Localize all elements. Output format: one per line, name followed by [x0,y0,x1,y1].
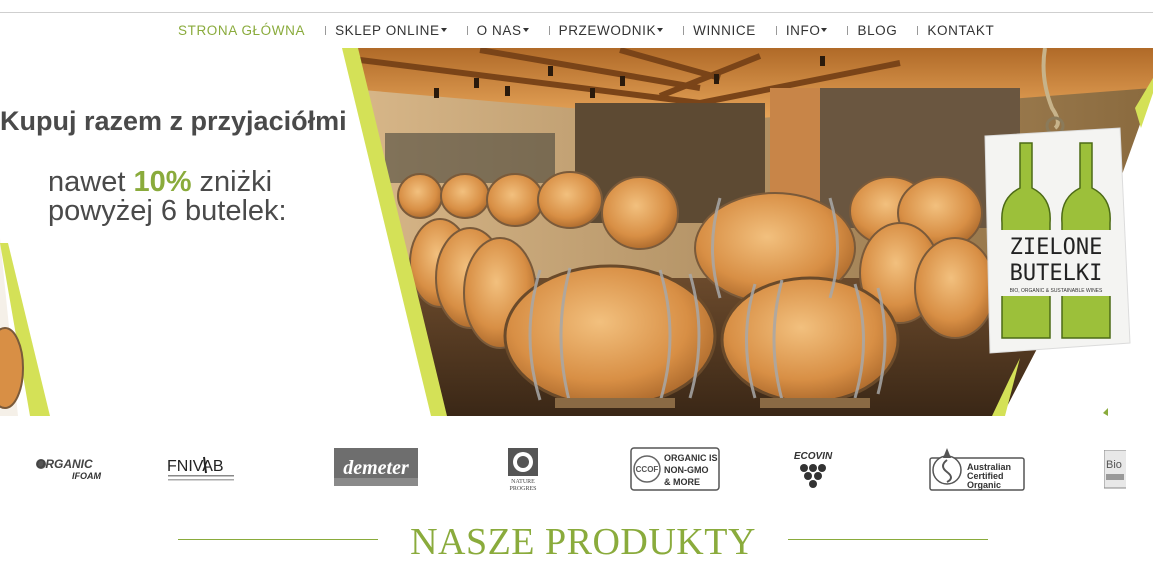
demeter-text: demeter [343,457,409,479]
nav-item-label: INFO [785,23,821,38]
organic-ifoam-text1: ORGANIC [36,457,93,471]
ccof-badge-text: CCOF [636,465,659,474]
nav-menu: STRONA GŁÓWNA SKLEP ONLINE O NAS PRZEWODNIK… [178,13,994,48]
nav-item-label: KONTAKT [927,23,995,38]
hero-headline: Kupuj razem z przyjaciółmi [0,106,347,136]
caret-down-icon [821,27,828,32]
aco-text3: Organic [967,480,1001,490]
promo-prefix: nawet [48,166,134,198]
nav-item-label: STRONA GŁÓWNA [178,23,306,38]
ccof-text2: NON-GMO [664,465,709,475]
nav-separator [325,26,327,35]
section-title: NASZE PRODUKTY [410,521,756,563]
fnivab-logo[interactable]: FNIVAB [166,453,236,485]
nav-item-blog[interactable]: BLOG [827,23,897,38]
nav-separator [466,26,468,35]
organic-ifoam-text2: IFOAM [72,471,101,481]
nav-separator [917,26,919,35]
products-section-header: NASZE PRODUKTY [0,516,1153,566]
certifications-strip: ORGANIC IFOAM FNIVAB demeter NATURE PROG… [0,436,1153,498]
ccof-text1: ORGANIC IS [664,453,718,463]
nav-item-strona-główna[interactable]: STRONA GŁÓWNA [178,23,305,38]
nav-item-label: PRZEWODNIK [558,23,657,38]
promo-line2: powyżej 6 butelek: [48,195,287,227]
tag-brand-line2: BUTELKI [1010,261,1103,286]
caret-down-icon [657,27,664,32]
caret-down-icon [522,27,529,32]
main-navigation: STRONA GŁÓWNA SKLEP ONLINE O NAS PRZEWODNIK… [0,13,1153,48]
organic-ifoam-logo[interactable]: ORGANIC IFOAM [34,454,108,482]
tag-tagline: BIO, ORGANIC & SUSTAINABLE WINES [1010,288,1103,294]
nav-separator [847,26,849,35]
nature-progres-logo[interactable]: NATURE PROGRES [506,446,540,492]
demeter-logo[interactable]: demeter [334,448,418,488]
bio-text: Bio [1106,459,1122,471]
nav-item-kontakt[interactable]: KONTAKT [897,23,994,38]
nav-item-label: O NAS [476,23,522,38]
ecovin-text: ECOVIN [794,451,833,462]
promo-suffix: zniżki [191,166,273,198]
nav-item-przewodnik[interactable]: PRZEWODNIK [529,23,664,38]
nav-separator [683,26,685,35]
ecovin-logo[interactable]: ECOVIN [790,448,836,492]
nav-separator [775,26,777,35]
ccof-non-gmo-logo[interactable]: CCOF ORGANIC IS NON-GMO & MORE [630,447,720,491]
nav-item-winnice[interactable]: WINNICE [663,23,756,38]
nav-separator [548,26,550,35]
nav-item-info[interactable]: INFO [756,23,828,38]
promo-percent: 10% [133,166,192,198]
hero-banner[interactable]: ZIELONE BUTELKI BIO, ORGANIC & SUSTAINAB… [0,48,1153,416]
australian-certified-organic-logo[interactable]: Australian Certified Organic [929,446,1025,492]
hero-promo-block: Kupuj razem z przyjaciółmi nawet 10% zni… [0,48,360,416]
tag-brand-line1: ZIELONE [1010,235,1103,260]
nav-item-label: SKLEP ONLINE [335,23,440,38]
bio-logo[interactable]: Bio [1104,450,1126,490]
ccof-text3: & MORE [664,477,700,487]
nav-item-label: WINNICE [693,23,756,38]
title-rule-left [178,539,378,540]
title-rule-right [788,539,988,540]
nav-item-o-nas[interactable]: O NAS [447,23,529,38]
hero-promo-text: nawet 10% zniżki powyżej 6 butelek: [48,168,287,226]
nature-progres-text1: NATURE [511,479,535,485]
nature-progres-text2: PROGRES [509,486,536,492]
nav-item-sklep-online[interactable]: SKLEP ONLINE [305,23,447,38]
nav-item-label: BLOG [857,23,898,38]
caret-down-icon [440,27,447,32]
fnivab-text: FNIVAB [167,458,224,475]
